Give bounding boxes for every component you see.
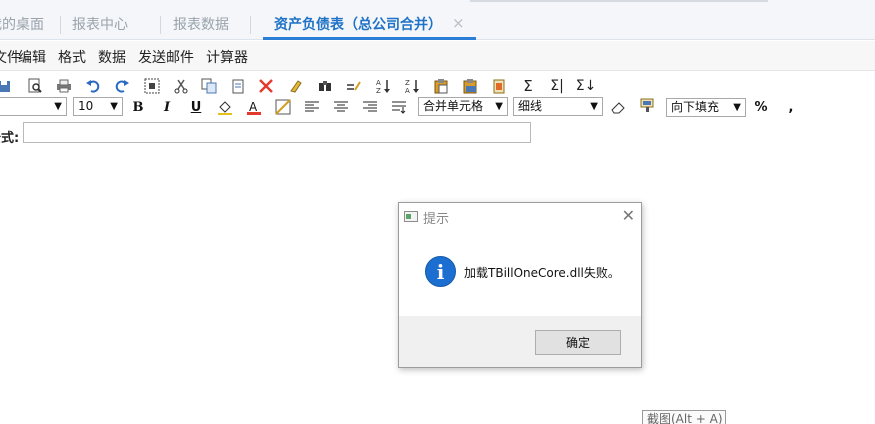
font-size-select[interactable]: 10 ▼ xyxy=(73,97,123,116)
border-style-value: 细线 xyxy=(518,99,543,113)
print-preview-icon[interactable] xyxy=(26,77,44,95)
ok-button[interactable]: 确定 xyxy=(535,330,621,355)
info-icon: i xyxy=(425,256,456,287)
bold-icon[interactable]: B xyxy=(129,98,147,116)
menu-bar: 文件 编辑 格式 数据 发送邮件 计算器 xyxy=(0,41,875,71)
clear-format-icon[interactable] xyxy=(287,77,305,95)
merge-cells-select[interactable]: 合并单元格 ▼ xyxy=(418,97,508,116)
percent-format-button[interactable]: % xyxy=(752,98,770,116)
print-icon[interactable] xyxy=(55,77,73,95)
dropdown-arrow-icon: ▼ xyxy=(54,101,62,112)
svg-text:Z: Z xyxy=(405,79,410,87)
formula-label: 公式: xyxy=(0,131,20,146)
window-icon xyxy=(404,211,418,222)
font-size-value: 10 xyxy=(78,99,94,113)
format-painter-icon[interactable] xyxy=(638,96,656,114)
fill-color-icon[interactable] xyxy=(216,98,234,116)
row-sum-icon[interactable]: Σ| xyxy=(548,77,566,95)
italic-icon[interactable]: I xyxy=(158,98,176,116)
paste-special-icon[interactable] xyxy=(229,77,247,95)
border-style-select[interactable]: 细线 ▼ xyxy=(513,97,603,116)
font-color-icon[interactable]: A xyxy=(245,98,263,116)
select-all-icon[interactable] xyxy=(143,77,161,95)
undo-icon[interactable] xyxy=(84,77,102,95)
fill-direction-select[interactable]: 向下填充 ▼ xyxy=(666,98,746,117)
tab-strip: 我的桌面 报表中心 报表数据 资产负债表（总公司合并） × xyxy=(0,0,875,40)
tab-label: 资产负债表（总公司合并） xyxy=(274,17,442,33)
align-right-icon[interactable] xyxy=(361,98,379,116)
save-all-icon[interactable] xyxy=(0,77,14,95)
borders-icon[interactable] xyxy=(274,98,292,116)
wrap-text-icon[interactable] xyxy=(390,98,408,116)
dropdown-arrow-icon: ▼ xyxy=(495,101,503,112)
formula-input[interactable] xyxy=(23,122,531,143)
font-name-select[interactable]: ▼ xyxy=(0,97,67,116)
svg-text:Z: Z xyxy=(376,87,381,94)
paste-format-icon[interactable] xyxy=(490,77,508,95)
tab-balance-sheet[interactable]: 资产负债表（总公司合并） xyxy=(274,14,442,38)
sort-ascending-icon[interactable]: AZ xyxy=(374,77,392,95)
eraser-icon[interactable] xyxy=(609,98,627,116)
dialog-footer: 确定 xyxy=(399,316,641,367)
sort-descending-icon[interactable]: ZA xyxy=(403,77,421,95)
menu-data[interactable]: 数据 xyxy=(98,47,126,67)
dropdown-arrow-icon: ▼ xyxy=(733,102,741,113)
copy-icon[interactable] xyxy=(200,77,218,95)
underline-icon[interactable]: U xyxy=(187,98,205,116)
tab-divider xyxy=(250,16,251,34)
screenshot-tooltip: 截图(Alt + A) xyxy=(642,410,726,424)
cut-icon[interactable] xyxy=(172,77,190,95)
tab-label: 报表数据 xyxy=(173,17,229,33)
tab-report-data[interactable]: 报表数据 xyxy=(173,14,229,38)
dropdown-arrow-icon: ▼ xyxy=(110,101,118,112)
svg-text:A: A xyxy=(405,87,410,94)
menu-edit[interactable]: 编辑 xyxy=(18,47,46,67)
dialog-title: 提示 xyxy=(423,212,450,227)
align-center-icon[interactable] xyxy=(332,98,350,116)
dropdown-arrow-icon: ▼ xyxy=(590,101,598,112)
menu-calculator[interactable]: 计算器 xyxy=(206,47,248,67)
sum-icon[interactable]: Σ xyxy=(519,77,537,95)
find-icon[interactable] xyxy=(316,77,334,95)
menu-format[interactable]: 格式 xyxy=(58,47,86,67)
active-tab-indicator xyxy=(263,37,476,40)
delete-icon[interactable] xyxy=(257,77,275,95)
tab-strip-top-line xyxy=(470,0,768,2)
dialog-message: 加载TBillOneCore.dll失败。 xyxy=(464,266,620,280)
tab-report-center[interactable]: 报表中心 xyxy=(72,14,128,38)
svg-text:A: A xyxy=(376,79,381,87)
replace-icon[interactable] xyxy=(345,77,363,95)
tab-divider xyxy=(60,16,61,34)
merge-cells-value: 合并单元格 xyxy=(423,99,484,113)
paste-icon[interactable] xyxy=(432,77,450,95)
tab-my-desktop[interactable]: 我的桌面 xyxy=(0,14,44,38)
fill-direction-value: 向下填充 xyxy=(671,100,720,114)
tab-divider xyxy=(160,16,161,34)
close-icon[interactable]: ✕ xyxy=(622,206,635,225)
redo-icon[interactable] xyxy=(113,77,131,95)
tab-label: 我的桌面 xyxy=(0,17,44,33)
align-left-icon[interactable] xyxy=(303,98,321,116)
tab-close-icon[interactable]: × xyxy=(452,14,465,32)
menu-send-mail[interactable]: 发送邮件 xyxy=(138,47,194,67)
paste-values-icon[interactable] xyxy=(461,77,479,95)
column-sum-icon[interactable]: Σ↓ xyxy=(576,77,597,95)
svg-text:A: A xyxy=(249,100,258,114)
tab-label: 报表中心 xyxy=(72,17,128,33)
error-dialog: 提示 ✕ i 加载TBillOneCore.dll失败。 确定 xyxy=(398,202,642,368)
comma-format-button[interactable]: , xyxy=(782,98,800,116)
